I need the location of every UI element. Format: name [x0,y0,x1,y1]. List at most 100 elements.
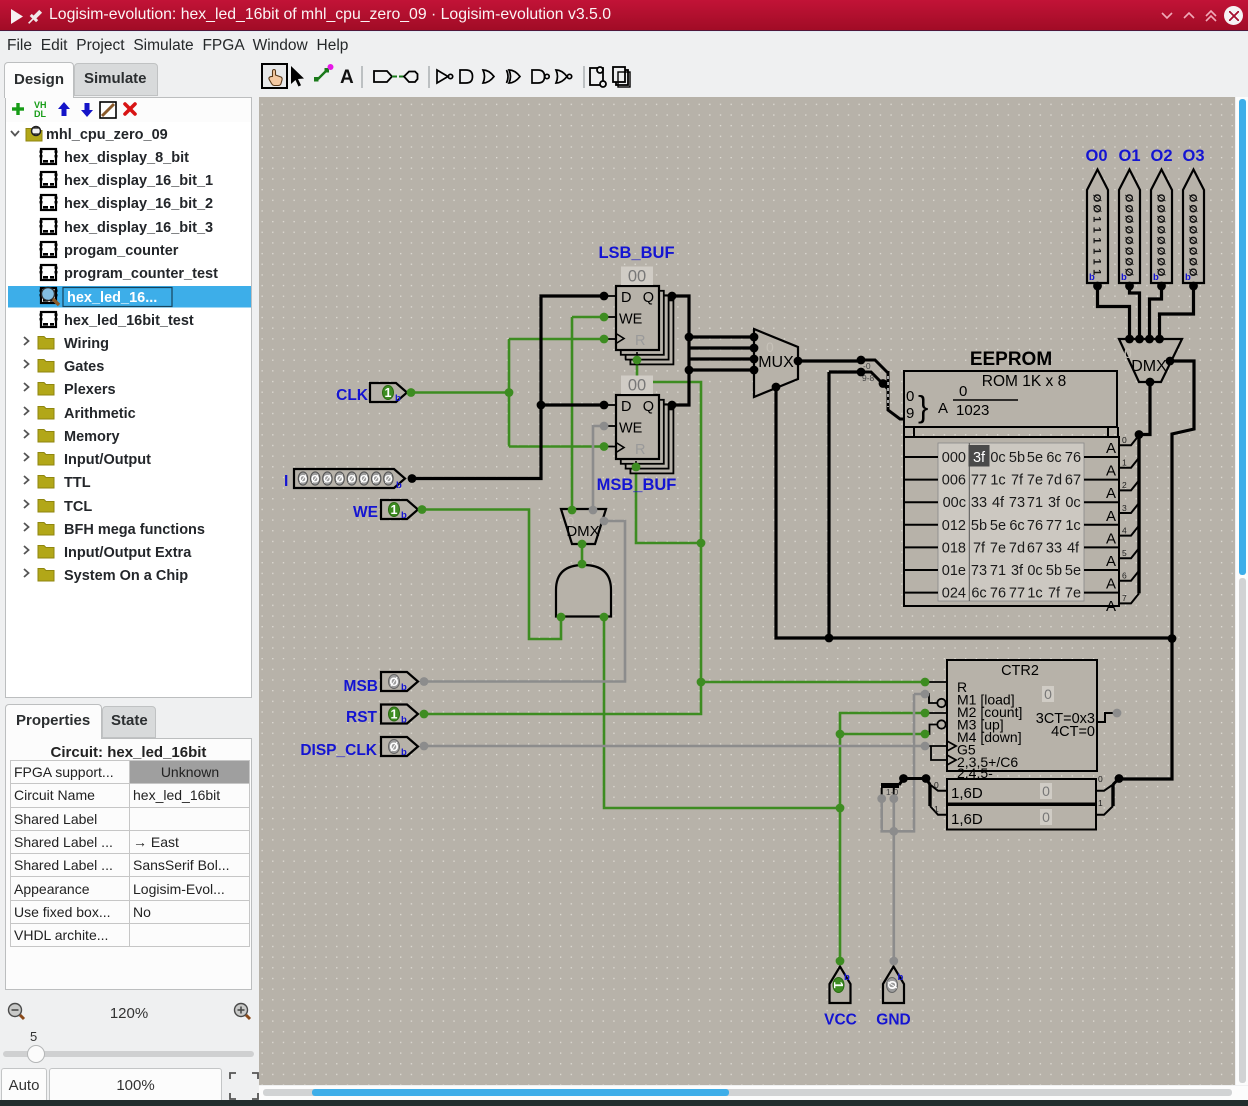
svg-text:Plexers: Plexers [64,382,116,398]
svg-text:Ø: Ø [1123,215,1135,224]
svg-text:b: b [396,480,402,491]
svg-text:Ø: Ø [1155,257,1167,266]
svg-text:0: 0 [934,780,939,790]
svg-text:0: 0 [567,514,574,529]
svg-text:RST: RST [346,709,378,726]
svg-text:GND: GND [876,1012,910,1029]
svg-text:Q: Q [643,399,654,415]
svg-text:DMX: DMX [1131,358,1167,375]
svg-text:Input/Output Extra: Input/Output Extra [64,545,192,561]
svg-text:0c: 0c [1027,563,1042,579]
svg-text:Ø: Ø [323,474,332,486]
svg-text:Ø: Ø [1155,226,1167,235]
svg-text:WE: WE [619,312,643,328]
svg-text:00: 00 [628,377,646,395]
svg-text:1: 1 [934,804,939,814]
svg-text:0: 0 [766,339,774,355]
svg-text:0: 0 [1044,686,1052,702]
svg-text:73: 73 [971,563,987,579]
svg-text:b: b [1121,272,1127,283]
svg-text:Input/Output: Input/Output [64,452,151,468]
svg-text:EEPROM: EEPROM [970,349,1052,370]
svg-text:7e: 7e [990,540,1006,556]
svg-text:A: A [1106,530,1116,547]
svg-text:76: 76 [1065,450,1081,466]
svg-text:TTL: TTL [64,475,91,491]
svg-text:73: 73 [1009,495,1025,511]
svg-text:1: 1 [1091,248,1103,254]
svg-text:67: 67 [1027,540,1043,556]
svg-text:b: b [401,715,407,726]
svg-text:O1: O1 [1118,147,1140,165]
svg-text:b: b [401,747,407,758]
svg-text:Wiring: Wiring [64,336,109,352]
svg-text:00c: 00c [943,495,966,511]
svg-text:01e: 01e [942,563,966,579]
svg-text:D: D [621,399,631,415]
svg-text:0: 0 [1124,345,1132,361]
svg-text:O3: O3 [1182,147,1204,165]
svg-text:b: b [1089,272,1095,283]
svg-text:Gates: Gates [64,359,104,375]
svg-text:5: 5 [1122,548,1127,558]
svg-text:4CT=0: 4CT=0 [1051,724,1095,740]
svg-text:7e: 7e [1065,586,1081,602]
svg-text:hex_display_16_bit_2: hex_display_16_bit_2 [64,196,213,212]
svg-text:6c: 6c [1009,518,1024,534]
svg-text:1: 1 [391,503,398,517]
svg-text:b: b [401,510,407,521]
svg-text:A: A [1106,485,1116,502]
svg-text:b: b [1153,272,1159,283]
svg-text:3: 3 [1122,503,1127,513]
svg-text:7: 7 [1122,593,1127,603]
svg-text:Ø: Ø [1091,204,1103,213]
svg-text:R: R [635,333,645,349]
svg-text:Ø: Ø [1187,194,1199,203]
svg-text:0: 0 [1042,783,1050,799]
svg-text:Memory: Memory [64,429,120,445]
svg-text:024: 024 [942,586,966,602]
svg-text:WE: WE [619,421,643,437]
svg-text:1023: 1023 [956,402,989,419]
svg-text:1: 1 [391,708,398,722]
svg-text:4: 4 [1122,525,1127,535]
svg-text:Ø: Ø [1155,215,1167,224]
svg-text:Ø: Ø [1091,194,1103,203]
svg-text:1,6D: 1,6D [951,785,983,802]
svg-text:Ø: Ø [1187,204,1199,213]
svg-text:1c: 1c [1027,586,1042,602]
svg-text:MSB: MSB [344,678,378,695]
svg-text:0c: 0c [1065,495,1080,511]
svg-text:Ø: Ø [1123,257,1135,266]
svg-text:0: 0 [906,388,914,405]
svg-text:DISP_CLK: DISP_CLK [300,742,377,759]
svg-text:5e: 5e [990,518,1006,534]
svg-text:progam_counter: progam_counter [64,243,179,259]
svg-text:hex_led_16...: hex_led_16... [67,290,157,306]
svg-text:Ø: Ø [360,474,369,486]
svg-text:Ø: Ø [1155,194,1167,203]
svg-text:3f: 3f [1048,495,1061,511]
svg-text:MUX: MUX [758,354,794,371]
svg-text:7f: 7f [973,540,986,556]
svg-text:Ø: Ø [1187,226,1199,235]
svg-text:MSB_BUF: MSB_BUF [597,476,677,494]
svg-text:1: 1 [831,982,845,989]
svg-text:Ø: Ø [1123,236,1135,245]
svg-text:1: 1 [1122,458,1127,468]
svg-text:O0: O0 [1085,147,1107,165]
svg-text:7f: 7f [1048,586,1061,602]
svg-text:I: I [284,473,288,490]
svg-text:A: A [340,67,354,88]
svg-text:1c: 1c [990,473,1005,489]
svg-text:Ø: Ø [1187,236,1199,245]
svg-text:76: 76 [990,586,1006,602]
svg-text:7d: 7d [1009,540,1025,556]
svg-text:0: 0 [1122,435,1127,445]
svg-text:A: A [1106,440,1116,457]
svg-text:A: A [1106,598,1116,615]
svg-text:VCC: VCC [824,1012,857,1029]
svg-text:}: } [918,389,928,424]
svg-text:33: 33 [1046,540,1062,556]
svg-text:5e: 5e [1027,450,1043,466]
